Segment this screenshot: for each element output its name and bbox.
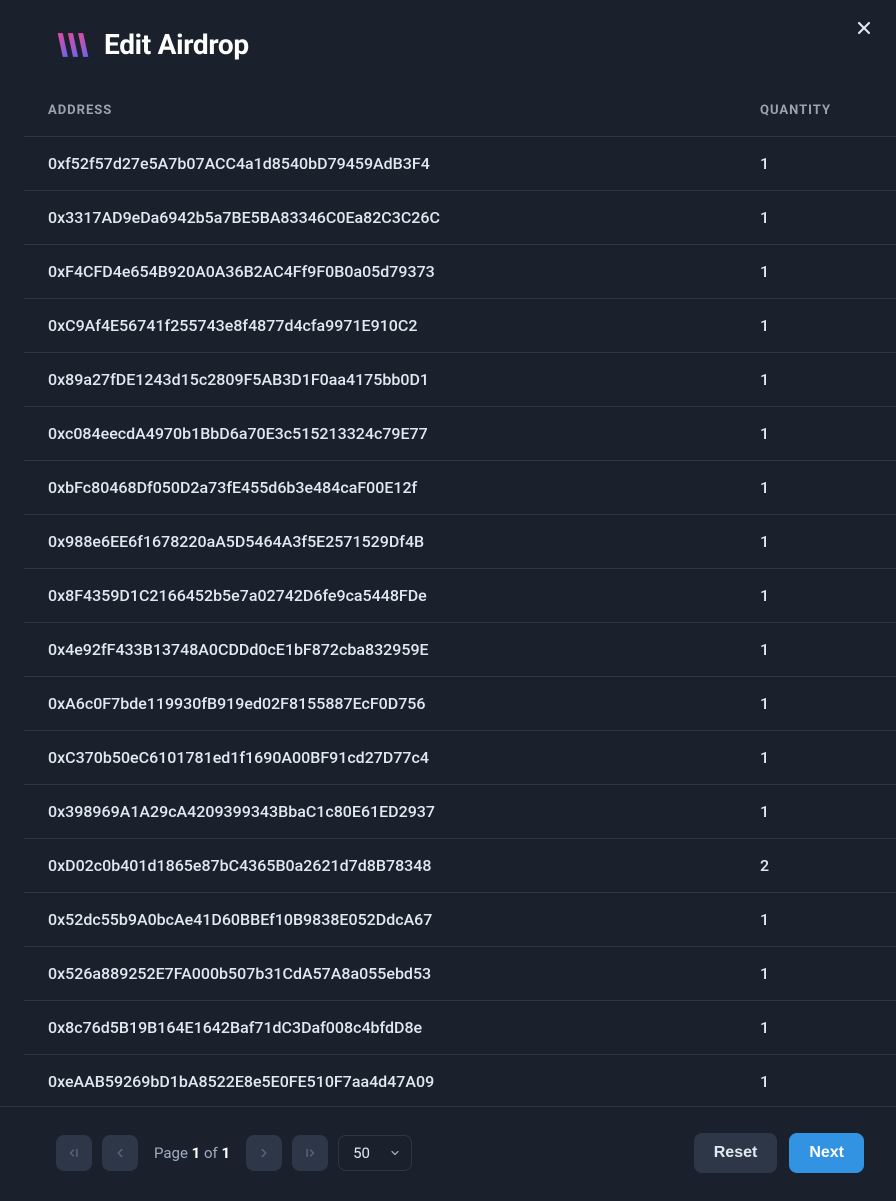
cell-quantity: 1 <box>736 731 896 785</box>
cell-address: 0xA6c0F7bde119930fB919ed02F8155887EcF0D7… <box>24 677 736 731</box>
cell-quantity: 1 <box>736 677 896 731</box>
reset-button[interactable]: Reset <box>694 1133 778 1173</box>
cell-quantity: 1 <box>736 1055 896 1107</box>
page-size-select[interactable]: 50 <box>338 1135 412 1171</box>
table-row: 0xC9Af4E56741f255743e8f4877d4cfa9971E910… <box>24 299 896 353</box>
cell-quantity: 1 <box>736 893 896 947</box>
cell-quantity: 1 <box>736 1001 896 1055</box>
table-row: 0x3317AD9eDa6942b5a7BE5BA83346C0Ea82C3C2… <box>24 191 896 245</box>
cell-quantity: 1 <box>736 137 896 191</box>
cell-address: 0xbFc80468Df050D2a73fE455d6b3e484caF00E1… <box>24 461 736 515</box>
page-first-button[interactable] <box>56 1135 92 1171</box>
table-row: 0x89a27fDE1243d15c2809F5AB3D1F0aa4175bb0… <box>24 353 896 407</box>
table-row: 0xF4CFD4e654B920A0A36B2AC4Ff9F0B0a05d793… <box>24 245 896 299</box>
page-label-of: of <box>200 1144 221 1162</box>
column-header-quantity: QUANTITY <box>736 79 896 137</box>
airdrop-table-scroll[interactable]: ADDRESS QUANTITY 0xf52f57d27e5A7b07ACC4a… <box>0 79 896 1106</box>
cell-quantity: 1 <box>736 245 896 299</box>
cell-address: 0x8c76d5B19B164E1642Baf71dC3Daf008c4bfdD… <box>24 1001 736 1055</box>
table-row: 0x988e6EE6f1678220aA5D5464A3f5E2571529Df… <box>24 515 896 569</box>
table-row: 0xeAAB59269bD1bA8522E8e5E0FE510F7aa4d47A… <box>24 1055 896 1107</box>
cell-address: 0xc084eecdA4970b1BbD6a70E3c515213324c79E… <box>24 407 736 461</box>
cell-quantity: 1 <box>736 515 896 569</box>
cell-quantity: 1 <box>736 191 896 245</box>
table-row: 0x8F4359D1C2166452b5e7a02742D6fe9ca5448F… <box>24 569 896 623</box>
app-logo-icon <box>56 31 90 59</box>
cell-quantity: 2 <box>736 839 896 893</box>
cell-address: 0x52dc55b9A0bcAe41D60BBEf10B9838E052DdcA… <box>24 893 736 947</box>
modal-header: Edit Airdrop <box>0 0 896 79</box>
chevrons-right-icon <box>303 1146 317 1160</box>
table-row: 0xbFc80468Df050D2a73fE455d6b3e484caF00E1… <box>24 461 896 515</box>
table-row: 0xf52f57d27e5A7b07ACC4a1d8540bD79459AdB3… <box>24 137 896 191</box>
footer-actions: Reset Next <box>694 1133 864 1173</box>
page-size-value: 50 <box>353 1144 370 1162</box>
column-header-address: ADDRESS <box>24 79 736 137</box>
cell-quantity: 1 <box>736 947 896 1001</box>
pagination: Page 1 of 1 50 <box>56 1135 412 1171</box>
cell-quantity: 1 <box>736 623 896 677</box>
cell-address: 0xC9Af4E56741f255743e8f4877d4cfa9971E910… <box>24 299 736 353</box>
chevron-left-icon <box>113 1146 127 1160</box>
table-row: 0x398969A1A29cA4209399343BbaC1c80E61ED29… <box>24 785 896 839</box>
chevron-down-icon <box>389 1147 401 1159</box>
table-row: 0x526a889252E7FA000b507b31CdA57A8a055ebd… <box>24 947 896 1001</box>
page-indicator: Page 1 of 1 <box>148 1144 236 1162</box>
page-prev-button[interactable] <box>102 1135 138 1171</box>
cell-quantity: 1 <box>736 461 896 515</box>
table-row: 0xC370b50eC6101781ed1f1690A00BF91cd27D77… <box>24 731 896 785</box>
cell-quantity: 1 <box>736 407 896 461</box>
cell-quantity: 1 <box>736 353 896 407</box>
airdrop-table: ADDRESS QUANTITY 0xf52f57d27e5A7b07ACC4a… <box>24 79 896 1106</box>
cell-address: 0x526a889252E7FA000b507b31CdA57A8a055ebd… <box>24 947 736 1001</box>
cell-address: 0xeAAB59269bD1bA8522E8e5E0FE510F7aa4d47A… <box>24 1055 736 1107</box>
table-row: 0x8c76d5B19B164E1642Baf71dC3Daf008c4bfdD… <box>24 1001 896 1055</box>
cell-address: 0x988e6EE6f1678220aA5D5464A3f5E2571529Df… <box>24 515 736 569</box>
cell-quantity: 1 <box>736 299 896 353</box>
cell-address: 0xD02c0b401d1865e87bC4365B0a2621d7d8B783… <box>24 839 736 893</box>
table-row: 0xD02c0b401d1865e87bC4365B0a2621d7d8B783… <box>24 839 896 893</box>
modal-footer: Page 1 of 1 50 Reset Next <box>0 1106 896 1201</box>
cell-address: 0x4e92fF433B13748A0CDDd0cE1bF872cba83295… <box>24 623 736 677</box>
cell-address: 0x89a27fDE1243d15c2809F5AB3D1F0aa4175bb0… <box>24 353 736 407</box>
chevrons-left-icon <box>67 1146 81 1160</box>
table-row: 0xc084eecdA4970b1BbD6a70E3c515213324c79E… <box>24 407 896 461</box>
page-total: 1 <box>221 1144 230 1162</box>
table-row: 0x52dc55b9A0bcAe41D60BBEf10B9838E052DdcA… <box>24 893 896 947</box>
cell-quantity: 1 <box>736 569 896 623</box>
cell-address: 0xF4CFD4e654B920A0A36B2AC4Ff9F0B0a05d793… <box>24 245 736 299</box>
cell-address: 0xf52f57d27e5A7b07ACC4a1d8540bD79459AdB3… <box>24 137 736 191</box>
cell-address: 0x398969A1A29cA4209399343BbaC1c80E61ED29… <box>24 785 736 839</box>
page-last-button[interactable] <box>292 1135 328 1171</box>
table-row: 0x4e92fF433B13748A0CDDd0cE1bF872cba83295… <box>24 623 896 677</box>
edit-airdrop-modal: Edit Airdrop ADDRESS QUANTITY 0xf52f57d2… <box>0 0 896 1201</box>
page-next-button[interactable] <box>246 1135 282 1171</box>
table-row: 0xA6c0F7bde119930fB919ed02F8155887EcF0D7… <box>24 677 896 731</box>
modal-title: Edit Airdrop <box>104 28 249 61</box>
cell-address: 0xC370b50eC6101781ed1f1690A00BF91cd27D77… <box>24 731 736 785</box>
cell-address: 0x8F4359D1C2166452b5e7a02742D6fe9ca5448F… <box>24 569 736 623</box>
page-current: 1 <box>192 1144 201 1162</box>
cell-address: 0x3317AD9eDa6942b5a7BE5BA83346C0Ea82C3C2… <box>24 191 736 245</box>
page-label-prefix: Page <box>154 1144 192 1162</box>
next-button[interactable]: Next <box>789 1133 864 1173</box>
chevron-right-icon <box>257 1146 271 1160</box>
cell-quantity: 1 <box>736 785 896 839</box>
